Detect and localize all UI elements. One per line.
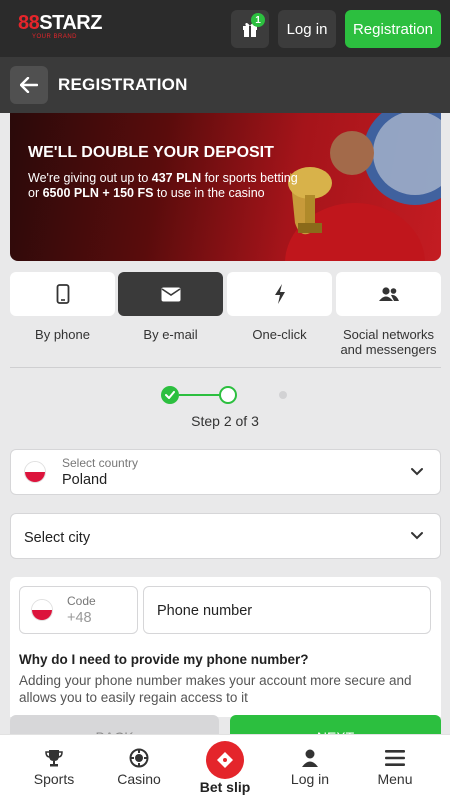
bottom-navigation: Sports Casino Bet slip Log in Menu [0,734,450,800]
nav-login-label: Log in [290,771,330,787]
method-tab-oneclick[interactable] [227,272,332,316]
country-value: Poland [62,472,108,488]
country-label: Select country [62,456,139,470]
nav-menu[interactable]: Menu [350,735,440,800]
envelope-icon [161,287,180,301]
logo-tagline: YOUR BRAND [32,34,78,40]
banner-title: WE'LL DOUBLE YOUR DEPOSIT [28,144,274,161]
nav-betslip-label: Bet slip [199,779,251,795]
section-divider [10,367,441,368]
trophy-icon [43,747,65,769]
nav-sports-label: Sports [33,771,75,787]
top-header: 88STARZ YOUR BRAND 1 Log in Registration [0,0,450,57]
hamburger-menu-icon [384,747,406,769]
step-progress-line [179,394,220,396]
method-tab-phone[interactable] [10,272,115,316]
promo-banner[interactable]: WE'LL DOUBLE YOUR DEPOSIT We're giving o… [10,113,441,261]
page-title: REGISTRATION [58,75,188,94]
gift-button[interactable]: 1 [231,10,269,48]
method-label-social: Social networks and messengers [340,327,437,357]
method-tab-social[interactable] [336,272,441,316]
poland-flag-icon [31,599,53,621]
nav-login[interactable]: Log in [265,735,355,800]
casino-chip-icon [128,747,150,769]
step-2-current [219,386,237,404]
users-icon [378,287,399,301]
checkmark-icon [165,391,175,399]
poland-flag-icon [24,461,46,483]
method-label-oneclick: One-click [252,327,307,342]
nav-casino-label: Casino [117,771,161,787]
method-tab-email[interactable] [118,272,223,316]
step-3-pending [279,391,287,399]
code-label: Code [67,594,96,608]
chevron-down-icon [411,532,423,540]
back-button[interactable] [10,66,48,104]
arrow-left-icon [20,77,38,93]
banner-description: We're giving out up to 437 PLN for sport… [28,171,298,200]
ticket-icon [217,752,233,768]
nav-betslip[interactable]: Bet slip [180,735,270,800]
login-button[interactable]: Log in [278,10,336,48]
betslip-button[interactable] [206,741,244,779]
phone-section: Code +48 Phone number Why do I need to p… [10,577,441,717]
method-label-email: By e-mail [143,327,198,342]
phone-why-heading: Why do I need to provide my phone number… [19,652,309,667]
logo-wordmark: 88STARZ [18,12,102,34]
code-value: +48 [67,610,92,626]
country-select[interactable]: Select country Poland [10,449,441,495]
lightning-icon [274,284,285,304]
user-icon [299,747,321,769]
gift-count-badge: 1 [251,13,265,27]
nav-casino[interactable]: Casino [94,735,184,800]
nav-sports[interactable]: Sports [9,735,99,800]
phone-number-input[interactable]: Phone number [143,586,431,634]
brand-logo[interactable]: 88STARZ YOUR BRAND [18,12,118,44]
country-code-select[interactable]: Code +48 [19,586,138,634]
nav-menu-label: Menu [377,771,413,787]
city-select[interactable]: Select city [10,513,441,559]
step-1-complete [161,386,179,404]
chevron-down-icon [411,468,423,476]
city-placeholder: Select city [24,530,91,546]
method-label-phone: By phone [35,327,90,342]
phone-number-placeholder: Phone number [157,603,253,619]
phone-icon [56,284,69,304]
registration-button[interactable]: Registration [345,10,441,48]
phone-why-text: Adding your phone number makes your acco… [19,673,412,705]
page-title-bar: REGISTRATION [0,57,450,113]
step-indicator-text: Step 2 of 3 [191,413,259,429]
